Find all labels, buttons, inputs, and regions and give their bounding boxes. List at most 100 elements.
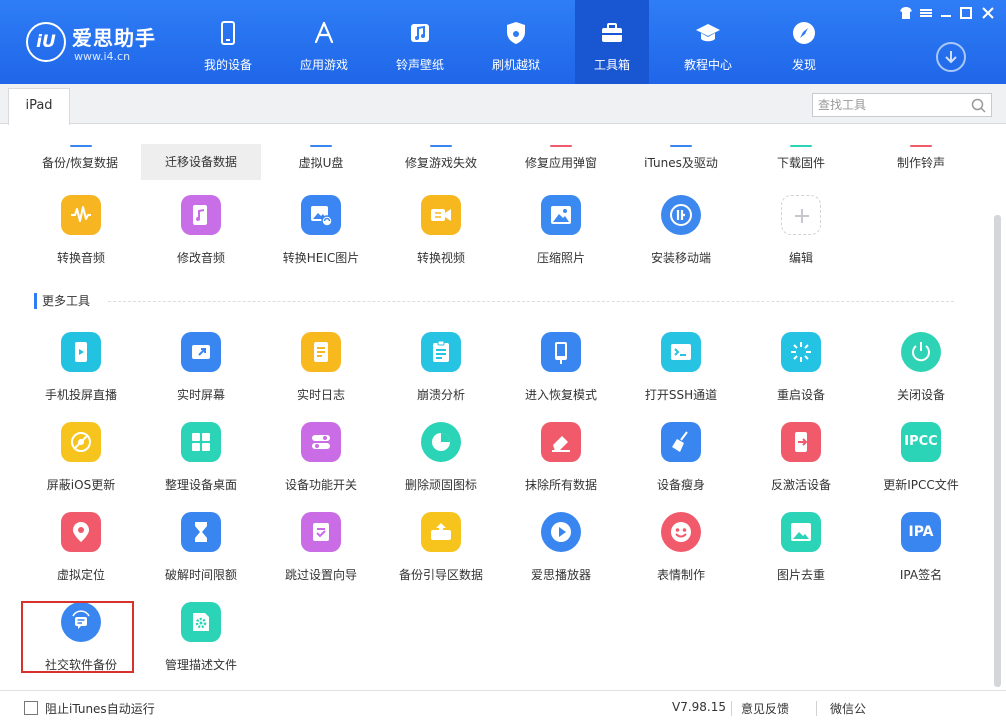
tool-icon-bg: [421, 422, 461, 462]
tool-label: 删除顽固图标: [404, 478, 477, 492]
tool-ipa-sign[interactable]: IPA IPA签名: [861, 512, 981, 594]
nav-discover[interactable]: 发现: [767, 0, 841, 84]
tool-icon-bg: [661, 332, 701, 372]
tool-crack-time-limit[interactable]: 破解时间限额: [141, 512, 261, 594]
play-icon: [551, 522, 571, 542]
tool-power-off[interactable]: 关闭设备: [861, 332, 981, 414]
audio-wave-icon: [71, 206, 91, 222]
tool-emoji-maker[interactable]: 表情制作: [621, 512, 741, 594]
minimize-icon: [941, 15, 951, 17]
tool-edit-audio[interactable]: 修改音频: [141, 195, 261, 277]
tab-ipad[interactable]: iPad: [8, 88, 70, 125]
nav-label: 铃声壁纸: [395, 58, 444, 72]
image-convert-icon: [311, 206, 333, 227]
tool-crash-analysis[interactable]: 崩溃分析: [381, 332, 501, 414]
skip-setup-icon: [313, 523, 329, 541]
tool-feature-switches[interactable]: 设备功能开关: [261, 422, 381, 504]
search-icon[interactable]: [971, 98, 986, 113]
tool-label: 实时日志: [296, 388, 345, 402]
tool-update-ipcc[interactable]: IPCC 更新IPCC文件: [861, 422, 981, 504]
maximize-button[interactable]: [958, 6, 974, 20]
tool-install-mobile[interactable]: 安装移动端: [621, 195, 741, 277]
tool-label: 安装移动端: [650, 251, 711, 265]
tool-convert-heic[interactable]: 转换HEIC图片: [261, 195, 381, 277]
emoji-icon: [671, 522, 691, 542]
nav-tutorials[interactable]: 教程中心: [671, 0, 745, 84]
tool-realtime-log[interactable]: 实时日志: [261, 332, 381, 414]
block-update-icon: [71, 432, 91, 452]
tool-recovery-mode[interactable]: 进入恢复模式: [501, 332, 621, 414]
image-dedupe-icon: [791, 523, 811, 541]
tool-icon-bg: [781, 422, 821, 462]
nav-ringtones-wallpapers[interactable]: 铃声壁纸: [383, 0, 457, 84]
nav-flash-jailbreak[interactable]: 刷机越狱: [479, 0, 553, 84]
minimize-button[interactable]: [938, 6, 954, 20]
tool-manage-profiles[interactable]: 管理描述文件: [141, 602, 261, 684]
tool-icon-bg: [421, 195, 461, 235]
tool-image-dedupe[interactable]: 图片去重: [741, 512, 861, 594]
nav-label: 发现: [791, 58, 816, 72]
compass-icon: [793, 22, 815, 44]
nav-apps-games[interactable]: 应用游戏: [287, 0, 361, 84]
realtime-screen-icon: [192, 345, 210, 359]
scrolled-icon-edge: [70, 145, 92, 147]
vertical-scrollbar[interactable]: [994, 215, 1001, 687]
tool-icon-bg: [781, 512, 821, 552]
hourglass-icon: [195, 522, 207, 542]
tool-delete-stubborn-icons[interactable]: 删除顽固图标: [381, 422, 501, 504]
app-logo: iU 爱思助手 www.i4.cn: [26, 20, 176, 70]
tool-itunes-driver[interactable]: iTunes及驱动: [621, 154, 741, 171]
nav-toolbox[interactable]: 工具箱: [575, 0, 649, 84]
tool-block-ios-update[interactable]: 屏蔽iOS更新: [21, 422, 141, 504]
tool-icon-bg: [181, 512, 221, 552]
tool-fix-game[interactable]: 修复游戏失效: [381, 154, 501, 171]
download-button[interactable]: [936, 42, 966, 72]
tool-backup-restore[interactable]: 备份/恢复数据: [20, 154, 140, 171]
tool-screen-cast[interactable]: 手机投屏直播: [21, 332, 141, 414]
tool-organize-desktop[interactable]: 整理设备桌面: [141, 422, 261, 504]
tool-ssh-tunnel[interactable]: 打开SSH通道: [621, 332, 741, 414]
tool-deactivate-device[interactable]: 反激活设备: [741, 422, 861, 504]
status-bar: 阻止iTunes自动运行 V7.98.15 意见反馈 微信公: [0, 690, 1006, 726]
scrolled-icon-edge: [790, 145, 812, 147]
nav-label: 刷机越狱: [491, 58, 540, 72]
tool-erase-all-data[interactable]: 抹除所有数据: [501, 422, 621, 504]
wechat-link[interactable]: 微信公: [830, 700, 866, 717]
grid-icon: [192, 433, 210, 451]
tool-virtual-location[interactable]: 虚拟定位: [21, 512, 141, 594]
tool-download-firmware[interactable]: 下载固件: [741, 154, 861, 171]
tool-realtime-screen[interactable]: 实时屏幕: [141, 332, 261, 414]
nav-my-device[interactable]: 我的设备: [191, 0, 265, 84]
tool-restart-device[interactable]: 重启设备: [741, 332, 861, 414]
tool-virtual-udisk[interactable]: 虚拟U盘: [261, 154, 381, 171]
tool-convert-audio[interactable]: 转换音频: [21, 195, 141, 277]
plus-icon: [795, 209, 809, 223]
tool-device-cleanup[interactable]: 设备瘦身: [621, 422, 741, 504]
tool-i4-player[interactable]: 爱思播放器: [501, 512, 621, 594]
tool-fix-app-popup[interactable]: 修复应用弹窗: [501, 154, 621, 171]
footer-divider: [816, 701, 817, 716]
shield-icon: [507, 22, 525, 44]
skin-button[interactable]: [898, 6, 914, 20]
tool-convert-video[interactable]: 转换视频: [381, 195, 501, 277]
scrolled-icon-edge: [910, 145, 932, 147]
tool-skip-setup[interactable]: 跳过设置向导: [261, 512, 381, 594]
tool-make-ringtone[interactable]: 制作铃声: [861, 154, 981, 171]
feedback-link[interactable]: 意见反馈: [741, 700, 789, 717]
block-itunes-checkbox[interactable]: [24, 701, 38, 715]
menu-button[interactable]: [918, 6, 934, 20]
tool-label: 设备瘦身: [656, 478, 705, 492]
restart-icon: [791, 342, 811, 362]
tool-icon-bg: [61, 512, 101, 552]
tool-edit[interactable]: 编辑: [741, 195, 861, 277]
search-box[interactable]: [812, 93, 992, 117]
block-itunes-label[interactable]: 阻止iTunes自动运行: [45, 700, 155, 717]
tool-migrate-data[interactable]: 迁移设备数据: [141, 144, 261, 180]
tool-compress-photo[interactable]: 压缩照片: [501, 195, 621, 277]
power-icon: [912, 342, 930, 362]
tool-icon-bg: [541, 195, 581, 235]
tool-backup-boot[interactable]: 备份引导区数据: [381, 512, 501, 594]
search-input[interactable]: [818, 97, 964, 113]
close-button[interactable]: [980, 6, 996, 20]
ipa-icon: IPA: [901, 512, 941, 552]
